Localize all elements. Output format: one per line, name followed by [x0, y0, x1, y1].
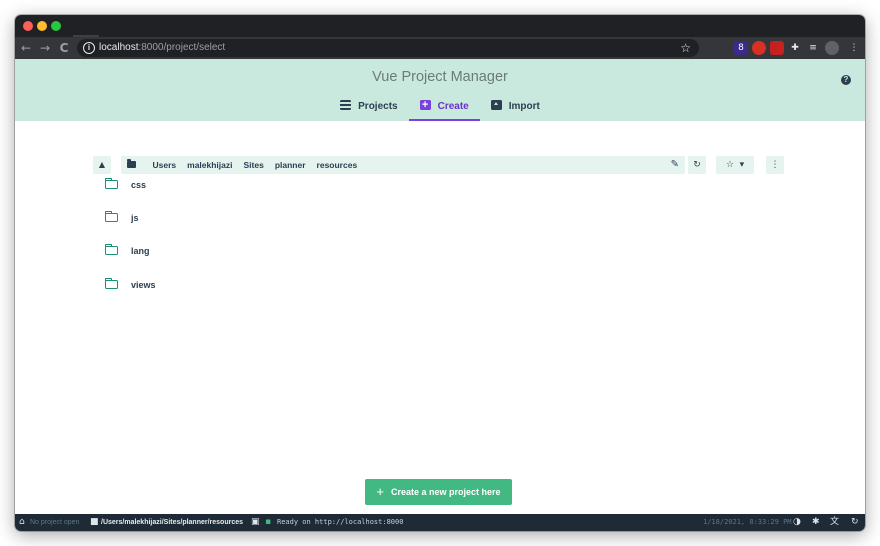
breadcrumb-resources[interactable]: resources: [311, 156, 363, 174]
folder-icon: [104, 177, 118, 189]
more-options-button[interactable]: ⋮: [766, 156, 784, 174]
folder-item-views[interactable]: views: [104, 277, 405, 293]
plus-icon: +: [376, 484, 385, 499]
forward-arrow-icon[interactable]: →: [38, 40, 52, 56]
maximize-window-button[interactable]: [51, 21, 61, 31]
tab-import[interactable]: Import: [480, 99, 551, 121]
browser-window: ← → C i localhost:8000/project/select ☆ …: [15, 15, 865, 531]
log-status-icon: ▪: [265, 517, 272, 527]
timestamp: 1/18/2021, 8:33:29 PM: [703, 518, 792, 526]
title-bar: [15, 15, 865, 37]
app-header: Vue Project Manager ? ProjectsCreateImpo…: [15, 59, 865, 121]
list-icon: [340, 100, 352, 110]
bookmark-star-icon[interactable]: ☆: [680, 41, 691, 55]
edit-path-icon[interactable]: ✎: [671, 159, 679, 171]
tab-create[interactable]: Create: [408, 97, 480, 121]
folder-icon: ■: [90, 517, 99, 527]
main-tabs: ProjectsCreateImport: [15, 97, 865, 121]
folder-icon: [104, 277, 118, 289]
browser-toolbar: ← → C i localhost:8000/project/select ☆ …: [15, 37, 865, 59]
close-window-button[interactable]: [23, 21, 33, 31]
home-icon[interactable]: ⌂: [19, 514, 25, 531]
favorite-dropdown-button[interactable]: ☆ ▾: [716, 156, 754, 174]
profile-avatar-icon[interactable]: [825, 41, 839, 55]
vue-devtools-extension-icon[interactable]: 8: [734, 41, 748, 55]
bug-icon[interactable]: ✱: [812, 514, 820, 531]
folder-item-js[interactable]: js: [104, 210, 405, 226]
dark-mode-icon[interactable]: ◑: [793, 514, 801, 531]
breadcrumb-planner[interactable]: planner: [269, 156, 311, 174]
log-message[interactable]: Ready on http://localhost:8000: [277, 514, 403, 531]
info-icon[interactable]: i: [83, 42, 95, 54]
back-arrow-icon[interactable]: ←: [19, 40, 33, 56]
translate-icon[interactable]: 文: [830, 514, 839, 531]
menu-kebab-icon[interactable]: ⋮: [847, 41, 861, 55]
import-icon: [490, 100, 502, 110]
folder-item-lang[interactable]: lang: [104, 243, 405, 259]
help-icon[interactable]: ?: [841, 75, 851, 85]
status-bar: ⌂ No project open ■ /Users/malekhijazi/S…: [15, 514, 865, 531]
refresh-button[interactable]: ↻: [688, 156, 706, 174]
current-project-status[interactable]: No project open: [30, 514, 79, 531]
tab-projects[interactable]: Projects: [329, 99, 408, 121]
folder-name: css: [131, 180, 147, 190]
minimize-window-button[interactable]: [37, 21, 47, 31]
parent-folder-button[interactable]: ▲: [93, 156, 111, 174]
breadcrumb-users[interactable]: Users: [147, 156, 182, 174]
folder-icon: [104, 210, 118, 222]
folder-icon: [127, 159, 136, 168]
puzzle-icon[interactable]: ✚: [788, 41, 802, 55]
folder-name: views: [131, 280, 156, 290]
reading-list-icon[interactable]: ≡: [806, 41, 820, 55]
folder-name: lang: [131, 246, 150, 256]
breadcrumb: ▲ Users malekhijazi Sites planner resources …: [93, 156, 685, 174]
refresh-status-icon[interactable]: ↻: [851, 514, 859, 531]
url-text[interactable]: localhost:8000/project/select: [99, 42, 225, 54]
plus-square-icon: [419, 97, 431, 113]
console-icon[interactable]: ▣: [251, 514, 260, 531]
folder-icon: [104, 243, 118, 255]
extension-red-icon[interactable]: [770, 41, 784, 55]
adblock-extension-icon[interactable]: [752, 41, 766, 55]
folder-item-css[interactable]: css: [104, 177, 405, 193]
create-project-button[interactable]: + Create a new project here: [365, 479, 512, 505]
breadcrumb-sites[interactable]: Sites: [238, 156, 269, 174]
path-track[interactable]: Users malekhijazi Sites planner resources ✎: [121, 156, 685, 174]
reload-icon[interactable]: C: [57, 40, 71, 56]
page-title: Vue Project Manager: [372, 69, 508, 85]
breadcrumb-malekhijazi[interactable]: malekhijazi: [182, 156, 238, 174]
folder-name: js: [131, 213, 139, 223]
address-bar[interactable]: i localhost:8000/project/select ☆: [77, 39, 699, 57]
current-path-status[interactable]: /Users/malekhijazi/Sites/planner/resourc…: [101, 514, 243, 531]
